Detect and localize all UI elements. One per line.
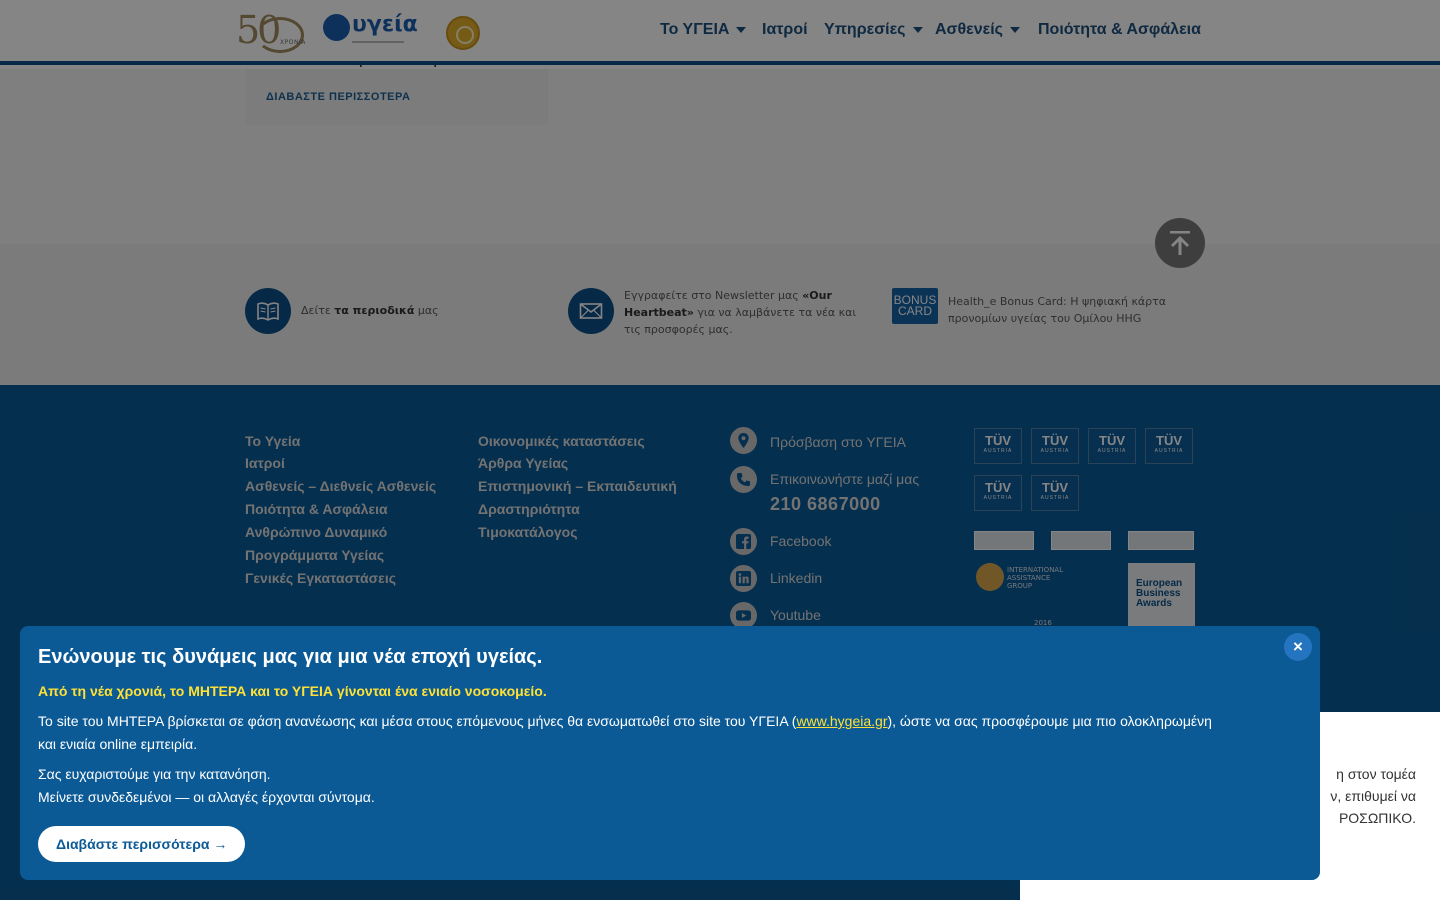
modal-title: Ενώνουμε τις δυνάμεις μας για μια νέα επ… bbox=[38, 646, 543, 668]
modal-thanks: Σας ευχαριστούμε για την κατανόηση. bbox=[38, 766, 271, 782]
announcement-modal: Ενώνουμε τις δυνάμεις μας για μια νέα επ… bbox=[20, 626, 1320, 880]
modal-highlight: Από τη νέα χρονιά, το ΜΗΤΕΡΑ και το ΥΓΕΙ… bbox=[38, 683, 547, 699]
side-panel-text: ΡΟΣΩΠΙΚΟ. bbox=[1338, 810, 1416, 826]
close-icon[interactable]: × bbox=[1284, 633, 1312, 661]
read-more-button[interactable]: Διαβάστε περισσότερα → bbox=[38, 826, 246, 862]
modal-body: Το site του ΜΗΤΕΡΑ βρίσκεται σε φάση ανα… bbox=[38, 713, 1212, 752]
side-panel-text: η στον τομέα bbox=[1336, 766, 1416, 782]
modal-stay-connected: Μείνετε συνδεδεμένοι — οι αλλαγές έρχοντ… bbox=[38, 789, 375, 805]
side-panel-text: ν, επιθυμεί να bbox=[1330, 788, 1416, 804]
hygeia-site-link[interactable]: www.hygeia.gr bbox=[796, 713, 887, 729]
